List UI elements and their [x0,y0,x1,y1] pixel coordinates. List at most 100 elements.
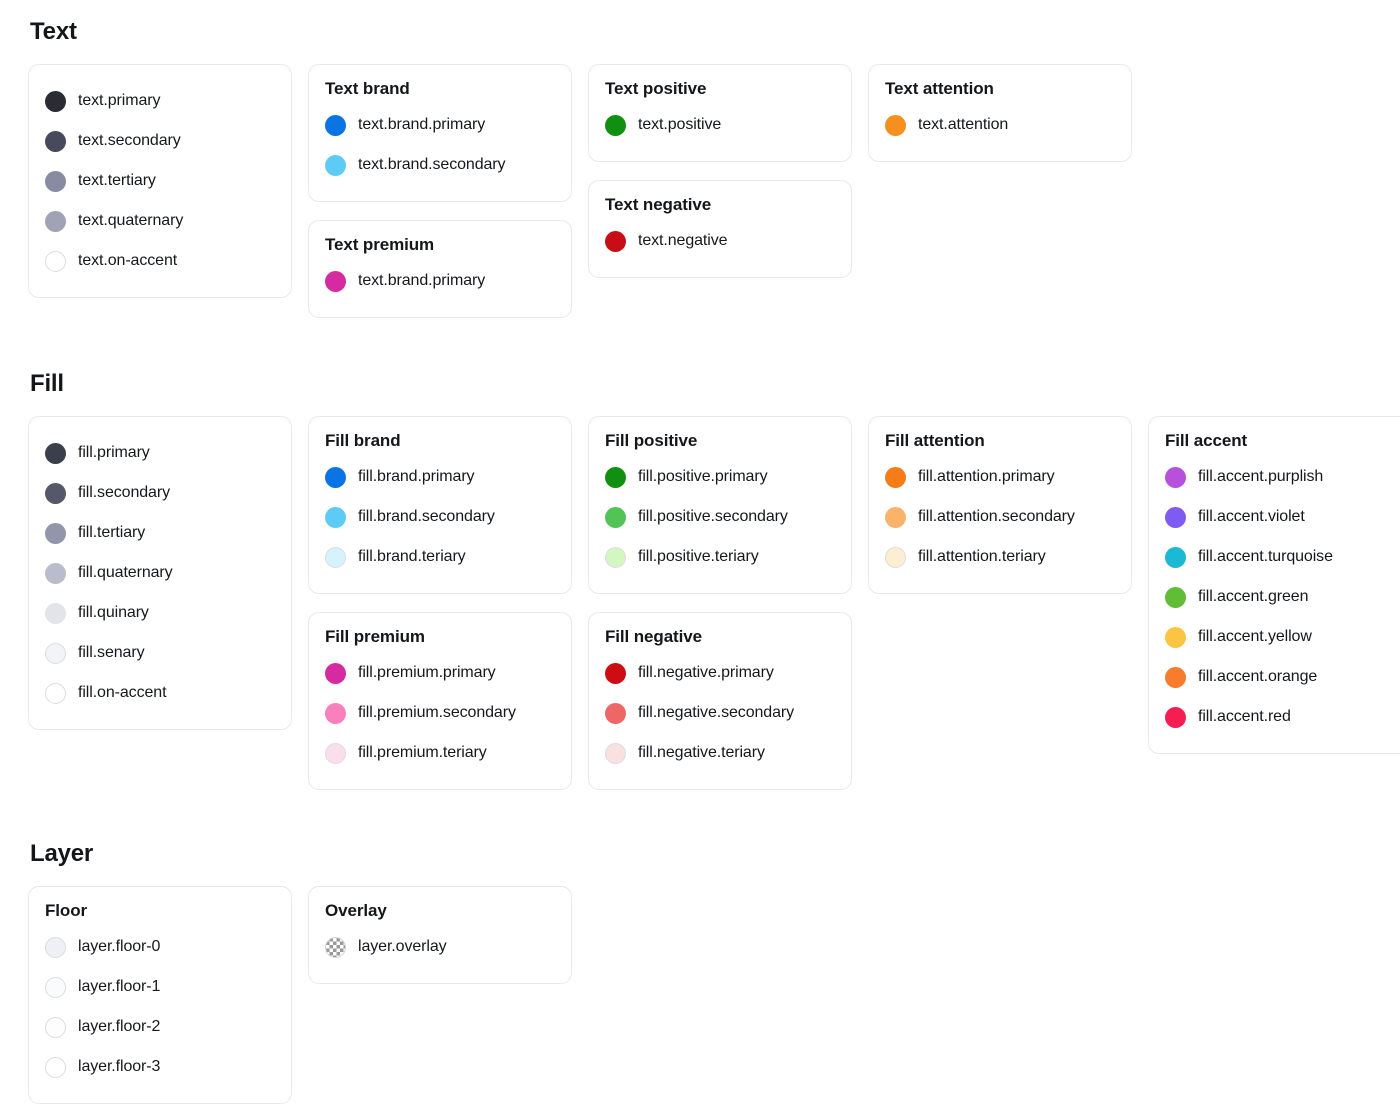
color-swatch-icon [1165,506,1186,528]
token-row[interactable]: text.positive [605,105,835,145]
token-row[interactable]: fill.brand.teriary [325,537,555,577]
token-row[interactable]: text.attention [885,105,1115,145]
card-title: Text attention [885,79,994,98]
section-fill: Fill fill.primary fill.secondary fill.terti… [28,370,1400,790]
token-label: fill.brand.secondary [358,508,495,525]
token-row[interactable]: fill.accent.turquoise [1165,537,1395,577]
sections-root: Text text.primary text.secondary text.terti… [28,18,1400,1104]
token-label: fill.quinary [78,604,149,621]
token-row[interactable]: fill.brand.secondary [325,497,555,537]
color-swatch-icon [325,270,346,292]
color-swatch-icon [45,602,66,624]
token-row[interactable]: fill.positive.primary [605,457,835,497]
color-swatch-icon [1165,626,1186,648]
token-label: fill.accent.red [1198,708,1291,725]
token-label: fill.secondary [78,484,170,501]
token-row[interactable]: text.tertiary [45,161,275,201]
token-row[interactable]: text.secondary [45,121,275,161]
token-row[interactable]: fill.positive.secondary [605,497,835,537]
token-row[interactable]: fill.attention.teriary [885,537,1115,577]
token-label: layer.overlay [358,938,447,955]
token-row[interactable]: fill.negative.secondary [605,693,835,733]
token-row[interactable]: fill.primary [45,433,275,473]
text-positive-card: Text positive text.positive [588,64,852,162]
token-row[interactable]: fill.negative.primary [605,653,835,693]
card-title: Fill negative [605,627,702,646]
token-row[interactable]: layer.floor-2 [45,1007,275,1047]
token-row[interactable]: text.quaternary [45,201,275,241]
token-label: fill.primary [78,444,150,461]
token-row[interactable]: layer.floor-3 [45,1047,275,1087]
token-row[interactable]: fill.quinary [45,593,275,633]
token-row[interactable]: fill.accent.purplish [1165,457,1395,497]
token-label: fill.brand.primary [358,468,475,485]
token-row[interactable]: text.primary [45,81,275,121]
token-row[interactable]: text.brand.secondary [325,145,555,185]
color-swatch-icon [325,114,346,136]
token-row[interactable]: text.on-accent [45,241,275,281]
token-label: layer.floor-0 [78,938,161,955]
token-row[interactable]: fill.on-accent [45,673,275,713]
section-columns: text.primary text.secondary text.tertiary t… [28,64,1400,318]
token-label: text.primary [78,92,161,109]
token-row[interactable]: fill.accent.green [1165,577,1395,617]
token-row[interactable]: fill.tertiary [45,513,275,553]
column: Fill attention fill.attention.primary fill… [868,416,1148,594]
card-title: Fill accent [1165,431,1248,450]
card-title: Overlay [325,901,387,920]
token-row[interactable]: fill.quaternary [45,553,275,593]
token-row[interactable]: fill.positive.teriary [605,537,835,577]
card-title: Text premium [325,235,435,254]
token-row[interactable]: fill.attention.secondary [885,497,1115,537]
section-title-text: Text [30,18,77,45]
token-label: fill.accent.yellow [1198,628,1312,645]
token-row[interactable]: fill.premium.secondary [325,693,555,733]
token-row[interactable]: fill.attention.primary [885,457,1115,497]
token-row[interactable]: fill.accent.yellow [1165,617,1395,657]
token-row[interactable]: fill.secondary [45,473,275,513]
text-premium-card: Text premium text.brand.primary [308,220,572,318]
color-swatch-icon [45,210,66,232]
fill-negative-card: Fill negative fill.negative.primary fill.n… [588,612,852,790]
layer-floor-card: Floor layer.floor-0 layer.floor-1 layer.flo… [28,886,292,1104]
token-label: text.on-accent [78,252,178,269]
token-row[interactable]: fill.accent.violet [1165,497,1395,537]
token-row[interactable]: fill.senary [45,633,275,673]
token-row[interactable]: layer.overlay [325,927,555,967]
token-row[interactable]: fill.accent.orange [1165,657,1395,697]
token-row[interactable]: fill.premium.primary [325,653,555,693]
card-title: Fill positive [605,431,698,450]
section-layer: Layer Floor layer.floor-0 layer.floor-1 laye… [28,840,1400,1104]
fill-positive-card: Fill positive fill.positive.primary fill.p… [588,416,852,594]
token-row[interactable]: layer.floor-0 [45,927,275,967]
layer-overlay-card: Overlay layer.overlay [308,886,572,984]
token-row[interactable]: text.brand.primary [325,105,555,145]
color-swatch-icon [45,442,66,464]
color-swatch-icon [1165,466,1186,488]
color-swatch-icon [45,936,66,958]
token-label: layer.floor-2 [78,1018,161,1035]
color-swatch-icon [45,130,66,152]
fill-base-card: fill.primary fill.secondary fill.tertiary f… [28,416,292,730]
color-swatch-icon [885,114,906,136]
color-swatch-icon [1165,666,1186,688]
token-row[interactable]: fill.brand.primary [325,457,555,497]
token-label: fill.negative.secondary [638,704,795,721]
token-row[interactable]: text.negative [605,221,835,261]
token-label: text.quaternary [78,212,184,229]
token-label: text.negative [638,232,728,249]
token-label: layer.floor-3 [78,1058,161,1075]
fill-premium-card: Fill premium fill.premium.primary fill.pre… [308,612,572,790]
token-label: fill.premium.teriary [358,744,487,761]
token-row[interactable]: fill.accent.red [1165,697,1395,737]
fill-attention-card: Fill attention fill.attention.primary fill… [868,416,1132,594]
token-row[interactable]: fill.negative.teriary [605,733,835,773]
token-row[interactable]: text.brand.primary [325,261,555,301]
color-swatch-icon [885,546,906,568]
token-row[interactable]: fill.premium.teriary [325,733,555,773]
column: Fill accent fill.accent.purplish fill.acce… [1148,416,1400,754]
token-label: fill.attention.teriary [918,548,1046,565]
fill-accent-card: Fill accent fill.accent.purplish fill.acce… [1148,416,1400,754]
color-swatch-icon [325,154,346,176]
token-row[interactable]: layer.floor-1 [45,967,275,1007]
